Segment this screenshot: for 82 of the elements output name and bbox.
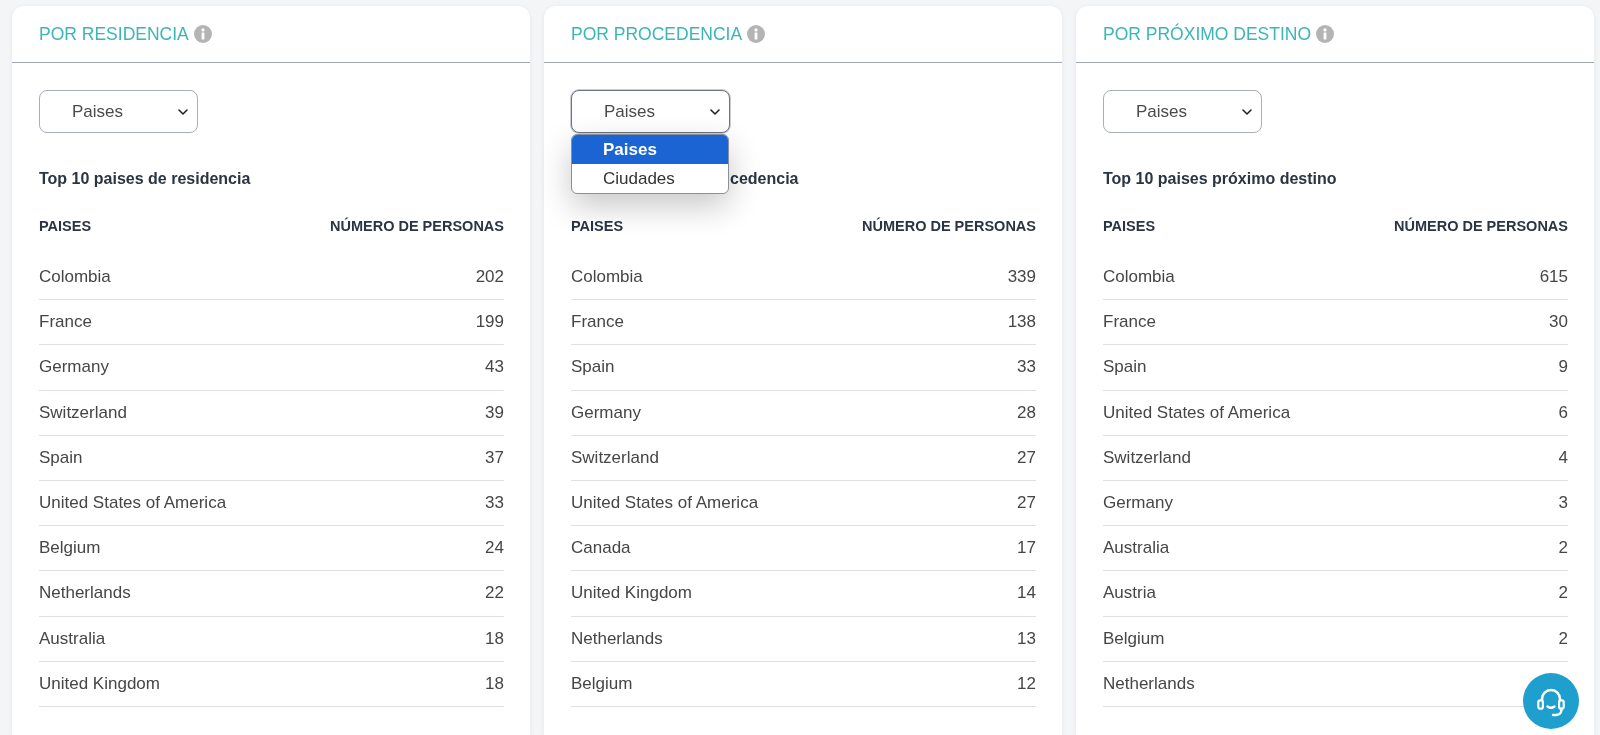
country-cell: Belgium xyxy=(39,538,101,559)
country-cell: Belgium xyxy=(571,673,633,694)
dropdown-select[interactable]: Paises xyxy=(1103,90,1262,133)
dropdown-option[interactable]: Ciudades xyxy=(572,164,728,193)
count-cell: 12 xyxy=(1017,673,1036,694)
info-icon[interactable] xyxy=(193,25,212,43)
count-cell: 4 xyxy=(1558,447,1568,468)
count-cell: 37 xyxy=(485,447,504,468)
count-cell: 27 xyxy=(1017,447,1036,468)
count-cell: 39 xyxy=(485,402,504,423)
count-cell: 27 xyxy=(1017,493,1036,514)
info-icon[interactable] xyxy=(747,25,766,43)
country-cell: United Kingdom xyxy=(39,673,160,694)
count-cell: 43 xyxy=(485,357,504,378)
count-cell: 3 xyxy=(1558,493,1568,514)
country-cell: Netherlands xyxy=(1103,673,1195,694)
country-cell: Colombia xyxy=(39,267,111,288)
table-heading: Top 10 paises de residencia xyxy=(39,169,251,189)
count-cell: 18 xyxy=(485,673,504,694)
dropdown-select[interactable]: Paises xyxy=(571,90,730,133)
country-cell: Colombia xyxy=(571,267,643,288)
count-cell: 2 xyxy=(1558,628,1568,649)
country-cell: Colombia xyxy=(1103,267,1175,288)
country-cell: Spain xyxy=(571,357,615,378)
chevron-icon xyxy=(178,108,188,115)
count-cell: 138 xyxy=(1007,312,1036,333)
count-cell: 199 xyxy=(475,312,504,333)
country-cell: Australia xyxy=(1103,538,1170,559)
count-cell: 14 xyxy=(1017,583,1036,604)
country-cell: France xyxy=(571,312,624,333)
count-cell: 24 xyxy=(485,538,504,559)
country-cell: United States of America xyxy=(571,493,759,514)
column-header: PAISES xyxy=(571,217,624,236)
chevron-icon xyxy=(710,108,720,115)
country-cell: Germany xyxy=(1103,493,1173,514)
column-header: PAISES xyxy=(1103,217,1156,236)
country-cell: Germany xyxy=(39,357,109,378)
country-cell: Spain xyxy=(1103,357,1147,378)
count-cell: 2 xyxy=(1558,538,1568,559)
country-cell: France xyxy=(39,312,92,333)
country-cell: Austria xyxy=(1103,583,1156,604)
table-heading: cedencia xyxy=(730,169,799,189)
country-cell: Switzerland xyxy=(39,402,127,423)
count-cell: 28 xyxy=(1017,402,1036,423)
panel-title: POR PRÓXIMO DESTINO xyxy=(1103,24,1312,44)
country-cell: Belgium xyxy=(1103,628,1165,649)
column-header: NÚMERO DE PERSONAS xyxy=(1393,216,1568,236)
country-cell: United States of America xyxy=(39,493,227,514)
count-cell: 339 xyxy=(1007,267,1036,288)
count-cell: 2 xyxy=(1558,583,1568,604)
count-cell: 9 xyxy=(1558,357,1568,378)
column-header: PAISES xyxy=(39,217,92,236)
panel-title: POR PROCEDENCIA xyxy=(571,24,743,44)
count-cell: 30 xyxy=(1549,312,1568,333)
count-cell: 33 xyxy=(485,493,504,514)
column-header: NÚMERO DE PERSONAS xyxy=(329,216,504,236)
country-cell: Netherlands xyxy=(39,583,131,604)
count-cell: 202 xyxy=(475,267,504,288)
country-cell: France xyxy=(1103,312,1156,333)
count-cell: 615 xyxy=(1539,267,1568,288)
country-cell: Germany xyxy=(571,402,641,423)
panel-title: POR RESIDENCIA xyxy=(39,24,189,44)
table-heading: Top 10 paises próximo destino xyxy=(1103,169,1337,189)
column-header: NÚMERO DE PERSONAS xyxy=(861,216,1036,236)
dropdown-select[interactable]: Paises xyxy=(39,90,198,133)
info-icon[interactable] xyxy=(1316,25,1335,43)
count-cell: 6 xyxy=(1558,402,1568,423)
dropdown-option[interactable]: Paises xyxy=(572,135,728,164)
country-cell: Canada xyxy=(571,538,631,559)
chevron-icon xyxy=(1242,108,1252,115)
country-cell: Australia xyxy=(39,628,106,649)
count-cell: 13 xyxy=(1017,628,1036,649)
country-cell: United Kingdom xyxy=(571,583,692,604)
count-cell: 33 xyxy=(1017,357,1036,378)
count-cell: 22 xyxy=(485,583,504,604)
country-cell: United States of America xyxy=(1103,402,1291,423)
country-cell: Switzerland xyxy=(571,447,659,468)
count-cell: 18 xyxy=(485,628,504,649)
country-cell: Spain xyxy=(39,447,83,468)
country-cell: Switzerland xyxy=(1103,447,1191,468)
count-cell: 17 xyxy=(1017,538,1036,559)
country-cell: Netherlands xyxy=(571,628,663,649)
